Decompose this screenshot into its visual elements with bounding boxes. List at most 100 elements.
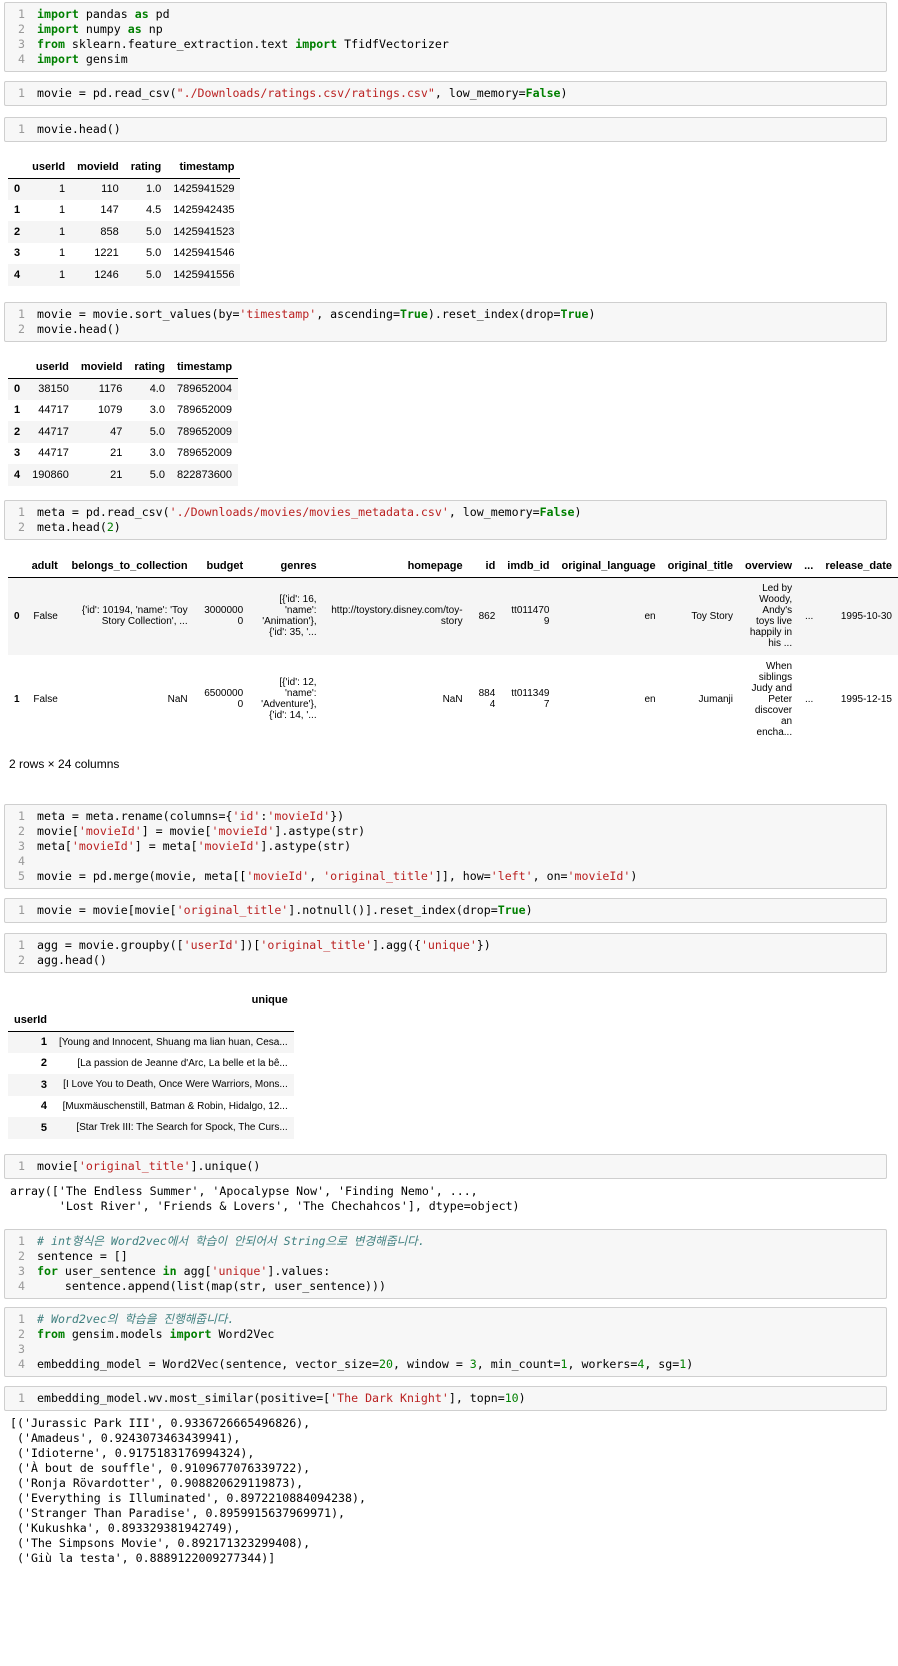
code-cell-read-metadata[interactable]: 1 meta = pd.read_csv('./Downloads/movies/… <box>4 500 887 540</box>
line-number: 1 <box>18 809 25 823</box>
code-cell-read-ratings[interactable]: 1 movie = pd.read_csv("./Downloads/rating… <box>4 81 887 106</box>
code-line: 2 meta.head(2) <box>5 520 886 535</box>
line-number: 2 <box>18 22 25 36</box>
table-cell: 789652009 <box>176 447 233 460</box>
row-index: 1 <box>14 404 21 417</box>
code-line: 3 from sklearn.feature_extraction.text im… <box>5 37 886 52</box>
line-number: 2 <box>18 322 25 336</box>
table-row: 0 1 110 1.0 1425941529 <box>8 178 241 200</box>
table-cell: 4.0 <box>149 383 165 395</box>
table-cell: [Star Trek III: The Search for Spock, Th… <box>76 1122 288 1134</box>
index-header <box>8 157 26 178</box>
table-cell: 1 <box>59 183 66 195</box>
table-cell: 1.0 <box>145 183 162 195</box>
code-cell-unique[interactable]: 1 movie['original_title'].unique() <box>4 1154 887 1179</box>
code-line: 3 meta['movieId'] = meta['movieId'].astyp… <box>5 839 886 854</box>
code-cell-imports[interactable]: 1 import pandas as pd 2 import numpy as np 3… <box>4 2 887 72</box>
table-cell: [Muxmäuschenstill, Batman & Robin, Hidal… <box>62 1100 288 1112</box>
table-cell: 5.0 <box>145 225 162 238</box>
code-line: 1 # int형식은 Word2vec에서 학습이 안되어서 String으로 변… <box>5 1234 886 1249</box>
table-cell: [La passion de Jeanne d'Arc, La belle et… <box>77 1057 288 1069</box>
table-cell: [I Love You to Death, Once Were Warriors… <box>63 1079 288 1091</box>
index-header <box>8 556 26 577</box>
table-cell: 1 <box>59 204 66 217</box>
metadata-head-table: adult belongs_to_collection budget genres ho… <box>8 556 898 743</box>
row-index: 0 <box>14 610 20 622</box>
code-line: 1 meta = pd.read_csv('./Downloads/movies/… <box>5 505 886 520</box>
column-header: movieId <box>77 161 119 174</box>
index-header <box>8 357 26 378</box>
table-cell: 47 <box>110 425 123 438</box>
code-cell-movie-head[interactable]: 1 movie.head() <box>4 117 887 142</box>
table-cell: 1425941556 <box>173 268 235 281</box>
table-cell: 5.0 <box>145 268 162 281</box>
table-cell: 1425941546 <box>173 247 235 260</box>
code-cell-sort-values[interactable]: 1 movie = movie.sort_values(by='timestamp… <box>4 302 887 342</box>
table-cell: Jumanji <box>698 693 734 705</box>
table-row: 3 1 1221 5.0 1425941546 <box>8 243 240 265</box>
line-number: 4 <box>18 52 25 66</box>
table-cell: When siblings Judy and Peter discover an… <box>751 660 793 738</box>
table-row: 0 False {'id': 10194, 'name': 'Toy Story C… <box>8 577 898 655</box>
table-cell: 5.0 <box>149 425 165 438</box>
row-index: 2 <box>14 425 21 438</box>
row-index: 2 <box>40 1057 48 1070</box>
column-header: adult <box>31 560 58 573</box>
table-row: 1 False NaN 65000000 [{'id': 12, 'name': 'Ad… <box>8 655 898 743</box>
table-cell: 1176 <box>98 383 123 395</box>
table-cell: 1425941523 <box>173 225 235 238</box>
table-row: 1 [Young and Innocent, Shuang ma lian hua… <box>8 1031 294 1053</box>
most-similar-output: [('Jurassic Park III', 0.933672666549682… <box>10 1416 366 1565</box>
code-line: 4 import gensim <box>5 52 886 67</box>
table-cell: 110 <box>101 183 119 195</box>
table-row: 1 1 147 4.5 1425942435 <box>8 200 240 222</box>
line-number: 5 <box>18 869 25 883</box>
code-cell-groupby[interactable]: 1 agg = movie.groupby(['userId'])['origin… <box>4 933 887 973</box>
blank-header <box>53 1010 294 1031</box>
table-cell: 862 <box>478 610 496 622</box>
row-index: 3 <box>14 447 21 460</box>
row-index: 2 <box>14 225 21 238</box>
column-header: rating <box>130 161 162 174</box>
code-cell-most-similar[interactable]: 1 embedding_model.wv.most_similar(positiv… <box>4 1386 887 1411</box>
column-header: timestamp <box>179 161 235 174</box>
line-number: 4 <box>18 1279 25 1293</box>
code-line: 1 movie = movie.sort_values(by='timestamp… <box>5 307 886 322</box>
table-row: 1 44717 1079 3.0 789652009 <box>8 400 238 422</box>
table-row: 4 [Muxmäuschenstill, Batman & Robin, Hida… <box>8 1096 294 1118</box>
code-cell-sentence[interactable]: 1 # int형식은 Word2vec에서 학습이 안되어서 String으로 변… <box>4 1229 887 1299</box>
table-row: 0 38150 1176 4.0 789652004 <box>8 378 239 400</box>
line-number: 1 <box>18 86 25 100</box>
column-header: belongs_to_collection <box>71 560 188 573</box>
row-index: 3 <box>14 247 21 260</box>
column-header: rating <box>134 361 165 374</box>
table-row: 2 44717 47 5.0 789652009 <box>8 421 239 443</box>
code-line: 2 movie.head() <box>5 322 886 337</box>
column-header: userId <box>32 161 66 174</box>
row-index: 0 <box>14 383 21 395</box>
table-cell: [{'id': 12, 'name': 'Adventure'}, {'id':… <box>261 677 317 721</box>
row-index: 4 <box>14 268 21 281</box>
line-number: 2 <box>18 824 25 838</box>
table-row: 2 1 858 5.0 1425941523 <box>8 221 241 243</box>
code-line: 1 agg = movie.groupby(['userId'])['origin… <box>5 938 886 953</box>
code-cell-word2vec[interactable]: 1 # Word2vec의 학습을 진행해줍니다. 2 from gensim.mod… <box>4 1307 887 1377</box>
table-cell: 1995-12-15 <box>840 693 892 705</box>
column-header: budget <box>206 560 244 573</box>
code-line: 4 sentence.append(list(map(str, user_sen… <box>5 1279 886 1294</box>
code-line: 3 <box>5 1342 886 1357</box>
line-number: 1 <box>18 122 25 136</box>
table-row: 4 190860 21 5.0 822873600 <box>8 464 239 486</box>
code-cell-notnull[interactable]: 1 movie = movie[movie['original_title'].n… <box>4 898 887 923</box>
table-cell: 38150 <box>38 383 69 395</box>
table-cell: 190860 <box>32 468 69 481</box>
table-cell: en <box>644 610 656 622</box>
sorted-head-table: userId movieId rating timestamp 0 38150 1176 4.… <box>8 357 239 486</box>
table-cell: NaN <box>442 693 463 705</box>
table-cell: tt0113497 <box>511 688 550 710</box>
table-cell: 789652004 <box>176 383 233 395</box>
column-header: timestamp <box>177 361 233 374</box>
table-cell: 1079 <box>97 404 123 417</box>
code-line: 1 embedding_model.wv.most_similar(positiv… <box>5 1391 886 1406</box>
code-cell-merge[interactable]: 1 meta = meta.rename(columns={'id':'movie… <box>4 804 887 889</box>
